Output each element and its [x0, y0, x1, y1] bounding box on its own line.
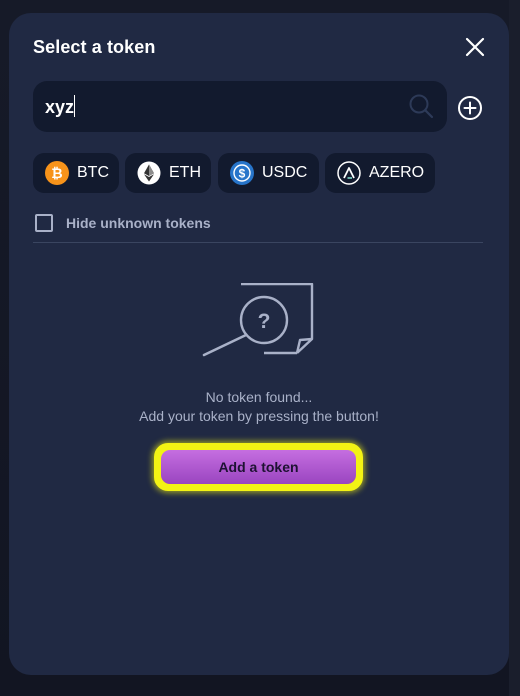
add-token-button[interactable]: Add a token: [154, 443, 363, 491]
svg-text:₿: ₿: [51, 165, 62, 181]
usdc-icon: $: [230, 161, 254, 185]
add-token-label: Add a token: [218, 459, 299, 475]
aleph-zero-icon: [337, 161, 361, 185]
search-field: [33, 81, 447, 134]
background-edge: [509, 0, 520, 696]
search-icon: [409, 94, 434, 119]
empty-state-hint: Add your token by pressing the button!: [139, 408, 379, 424]
select-token-modal: Select a token ₿ BTC: [9, 13, 509, 675]
svg-text:$: $: [239, 167, 246, 181]
token-chip-eth[interactable]: ETH: [125, 153, 211, 193]
ethereum-icon: [137, 161, 161, 185]
search-input[interactable]: [43, 81, 387, 134]
no-results-document-icon: ?: [202, 283, 314, 357]
empty-state-title: No token found...: [205, 389, 313, 405]
token-chip-usdc[interactable]: $ USDC: [218, 153, 319, 193]
svg-text:?: ?: [258, 310, 271, 333]
text-caret: [74, 95, 76, 117]
close-button[interactable]: [461, 33, 489, 61]
token-chip-label: AZERO: [369, 164, 425, 181]
hide-unknown-checkbox[interactable]: [35, 214, 53, 232]
plus-circle-icon: [458, 96, 482, 120]
token-chip-label: ETH: [169, 164, 201, 181]
modal-title: Select a token: [33, 37, 156, 57]
add-custom-token-button[interactable]: [457, 95, 483, 121]
close-icon: [465, 37, 485, 57]
hide-unknown-label: Hide unknown tokens: [66, 215, 211, 231]
bitcoin-icon: ₿: [45, 161, 69, 185]
token-chip-label: USDC: [262, 164, 308, 181]
token-chip-btc[interactable]: ₿ BTC: [33, 153, 119, 193]
hide-unknown-tokens-toggle[interactable]: Hide unknown tokens: [35, 213, 211, 233]
divider: [33, 242, 483, 243]
token-chip-azero[interactable]: AZERO: [325, 153, 435, 193]
token-chip-label: BTC: [77, 164, 109, 181]
add-token-button-face: Add a token: [161, 450, 356, 484]
